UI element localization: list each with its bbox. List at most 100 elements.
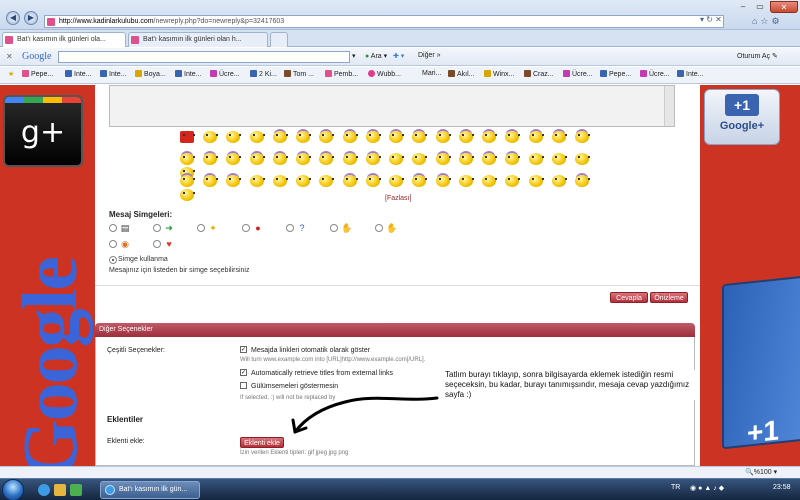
smiley-icon[interactable]	[249, 175, 265, 187]
left-google-banner[interactable]: g+ Google	[0, 85, 95, 466]
icon-radio[interactable]	[109, 240, 117, 248]
oturum-ac-button[interactable]: Oturum Aç ✎	[737, 52, 778, 60]
smiley-icon[interactable]	[528, 153, 544, 165]
message-textarea[interactable]	[109, 85, 675, 127]
favorite-item[interactable]: Inte...	[175, 70, 202, 78]
icon-radio[interactable]	[375, 224, 383, 232]
smiley-icon[interactable]	[249, 153, 265, 165]
favorite-item[interactable]: Pepe...	[600, 70, 631, 78]
tab-1[interactable]: Bat'ı kasımın ilk günleri ola...	[2, 32, 126, 47]
add-attachment-button[interactable]: Eklenti ekle	[240, 437, 284, 448]
smiley-icon[interactable]	[296, 175, 312, 187]
smiley-icon[interactable]	[435, 131, 451, 143]
explorer-quicklaunch-icon[interactable]	[54, 484, 66, 496]
smiley-icon[interactable]	[574, 153, 590, 165]
smiley-icon[interactable]	[272, 175, 288, 187]
favorite-item[interactable]: Ücre...	[210, 70, 240, 78]
smiley-icon[interactable]	[319, 131, 335, 143]
toolbar-close-icon[interactable]: ✕	[6, 52, 13, 61]
smiley-icon[interactable]	[505, 131, 521, 143]
smiley-icon[interactable]	[482, 175, 498, 187]
icon-radio[interactable]	[242, 224, 250, 232]
address-tools[interactable]: ▾ ↻ ✕	[700, 15, 722, 24]
favorite-item[interactable]: 2 Ki...	[250, 70, 277, 78]
smiley-icon[interactable]	[319, 153, 335, 165]
smiley-icon[interactable]	[551, 131, 567, 143]
smiley-icon[interactable]	[551, 175, 567, 187]
smiley-icon[interactable]	[505, 175, 521, 187]
ie-quicklaunch-icon[interactable]	[38, 484, 50, 496]
icon-radio[interactable]	[153, 240, 161, 248]
preview-button[interactable]: Önizleme	[650, 292, 688, 303]
smiley-icon[interactable]	[458, 153, 474, 165]
smiley-icon[interactable]	[482, 131, 498, 143]
maximize-button[interactable]: ▭	[752, 1, 768, 13]
smiley-icon[interactable]	[203, 153, 219, 165]
smiley-icon[interactable]	[342, 131, 358, 143]
smiley-icon[interactable]	[365, 175, 381, 187]
smiley-icon[interactable]	[365, 131, 381, 143]
icon-radio[interactable]	[153, 224, 161, 232]
new-tab-button[interactable]	[270, 32, 288, 47]
clock[interactable]: 23:58	[773, 484, 791, 491]
media-quicklaunch-icon[interactable]	[70, 484, 82, 496]
smiley-icon[interactable]	[296, 153, 312, 165]
disable-smilies-checkbox[interactable]	[240, 382, 247, 389]
favorites-star-icon[interactable]: ★	[8, 70, 14, 78]
favorite-item[interactable]: Craz...	[524, 70, 554, 78]
icon-radio[interactable]	[109, 224, 117, 232]
smiley-icon[interactable]	[435, 153, 451, 165]
favorite-item[interactable]: Pemb...	[325, 70, 358, 78]
zoom-level[interactable]: 🔍%100 ▾	[745, 468, 777, 476]
smiley-icon[interactable]	[412, 153, 428, 165]
smiley-icon[interactable]	[458, 175, 474, 187]
icon-radio[interactable]	[330, 224, 338, 232]
smiley-icon[interactable]	[319, 175, 335, 187]
start-button[interactable]	[2, 479, 24, 500]
smiley-icon[interactable]	[203, 131, 219, 143]
smiley-icon[interactable]	[272, 131, 288, 143]
smiley-icon[interactable]	[342, 153, 358, 165]
home-star-gear-icons[interactable]: ⌂☆⚙	[752, 16, 783, 27]
textarea-scrollbar[interactable]	[664, 86, 674, 126]
favorite-item[interactable]: Inte...	[677, 70, 704, 78]
favorite-item[interactable]: Inte...	[65, 70, 92, 78]
plus-icon[interactable]: ✚ ▾	[393, 52, 404, 60]
smiley-icon[interactable]	[389, 131, 405, 143]
tray-icons[interactable]: ◉●▲♪◆	[690, 484, 726, 492]
forward-button[interactable]: ▶	[24, 11, 38, 25]
icon-radio[interactable]	[197, 224, 205, 232]
retrieve-titles-checkbox[interactable]: ✓	[240, 369, 247, 376]
back-button[interactable]: ◀	[6, 11, 20, 25]
smiley-icon[interactable]	[365, 153, 381, 165]
smiley-icon[interactable]	[389, 153, 405, 165]
turkish-flag-smiley-icon[interactable]	[180, 131, 195, 143]
smiley-icon[interactable]	[505, 153, 521, 165]
smiley-icon[interactable]	[272, 153, 288, 165]
smiley-icon[interactable]	[412, 131, 428, 143]
favorite-item[interactable]: Inte...	[100, 70, 127, 78]
smiley-icon[interactable]	[180, 189, 195, 201]
google-search-input[interactable]	[58, 51, 350, 63]
search-dropdown-icon[interactable]: ▾	[352, 52, 356, 60]
taskbar-ie-window[interactable]: Bat'ı kasımın ilk gün...	[100, 481, 200, 499]
favorite-item[interactable]: Boya...	[135, 70, 166, 78]
close-window-button[interactable]: ✕	[770, 1, 798, 13]
auto-link-checkbox[interactable]: ✓	[240, 346, 247, 353]
address-bar[interactable]: http://www.kadinlarkulubu.com/newreply.p…	[44, 15, 724, 28]
icon-radio[interactable]	[286, 224, 294, 232]
smiley-icon[interactable]	[226, 175, 242, 187]
favorite-item[interactable]: Akıl...	[448, 70, 475, 78]
smiley-icon[interactable]	[528, 131, 544, 143]
smiley-icon[interactable]	[226, 153, 242, 165]
smiley-icon[interactable]	[180, 153, 195, 165]
smiley-icon[interactable]	[249, 131, 265, 143]
smiley-icon[interactable]	[412, 175, 428, 187]
favorite-item[interactable]: Pepe...	[22, 70, 53, 78]
right-google-banner[interactable]: +1 Google+ +1	[700, 85, 800, 466]
favorite-item[interactable]: Winx...	[484, 70, 514, 78]
smiley-icon[interactable]	[296, 131, 312, 143]
smiley-icon[interactable]	[203, 175, 219, 187]
favorite-item[interactable]: Ücre...	[563, 70, 593, 78]
favorite-item[interactable]: Tom ...	[284, 70, 314, 78]
